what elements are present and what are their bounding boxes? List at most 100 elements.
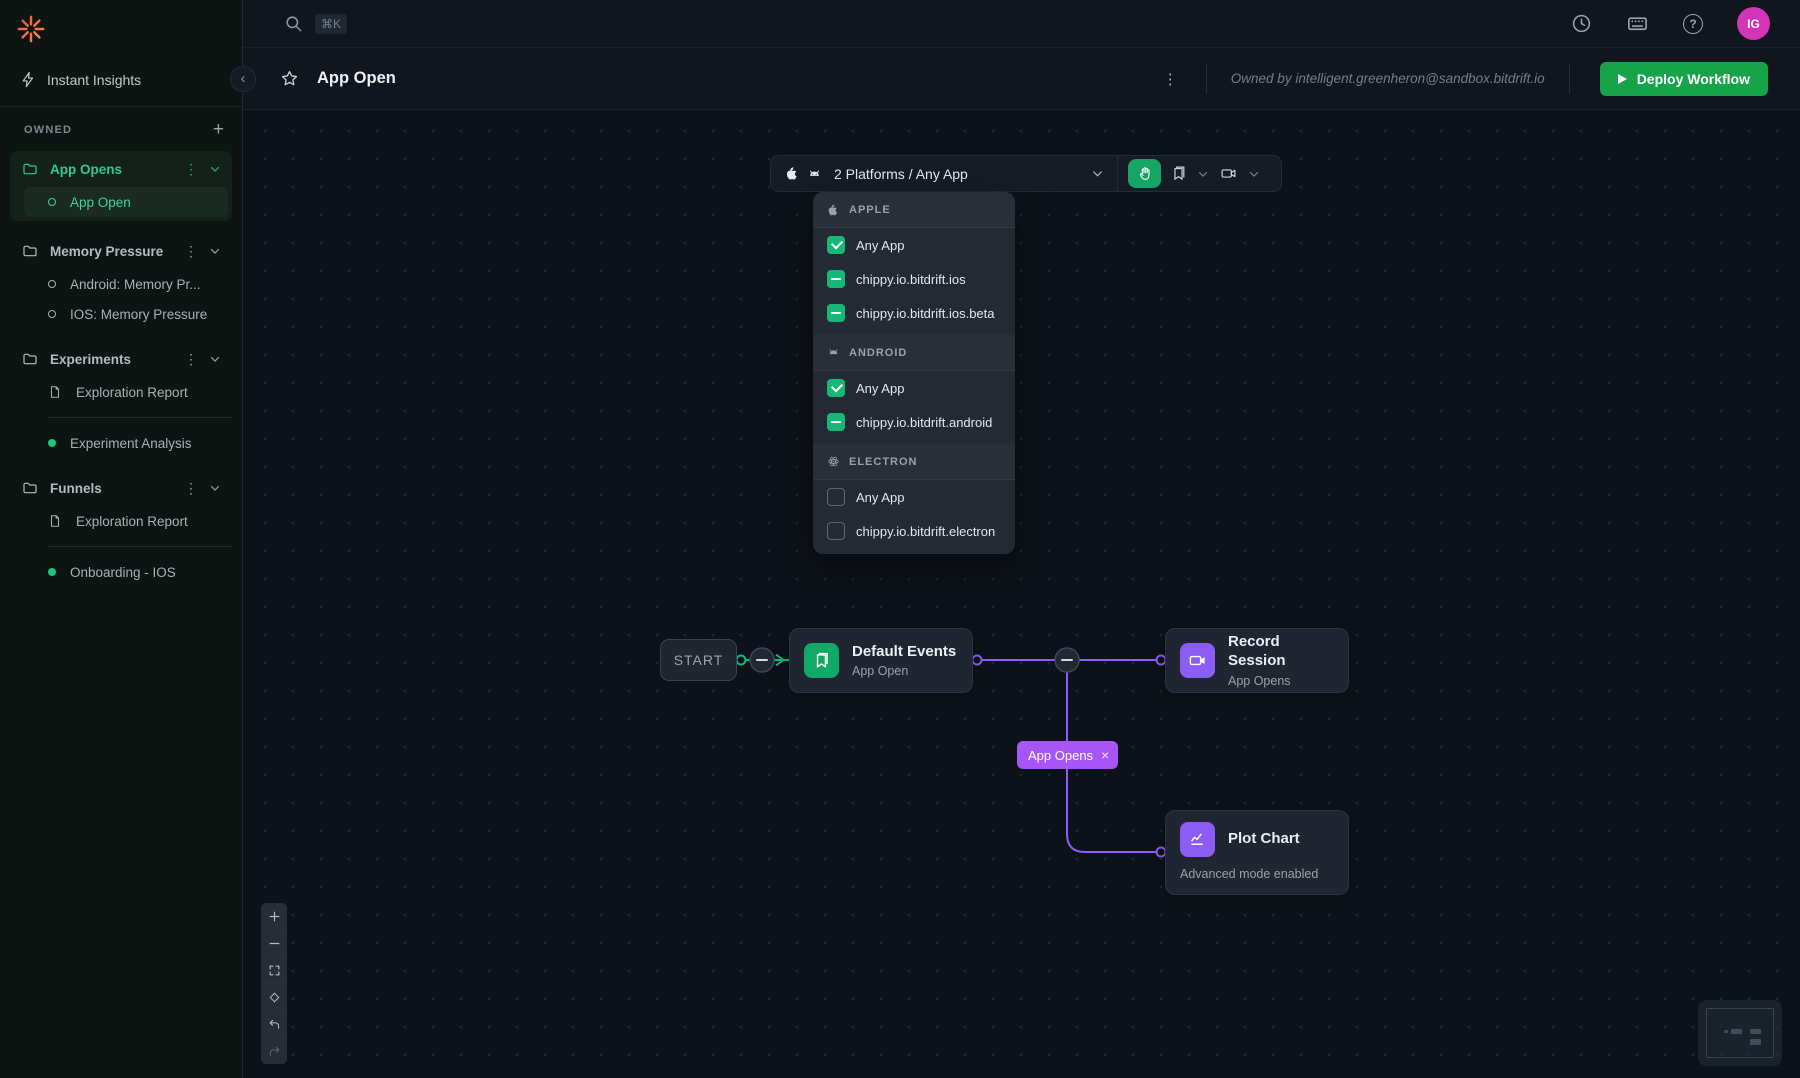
help-button[interactable]: ?: [1683, 14, 1703, 34]
platform-dropdown: APPLE Any App chippy.io.bitdrift.ios chi…: [813, 192, 1015, 554]
folder-icon: [22, 480, 38, 496]
dropdown-option[interactable]: Any App: [813, 228, 1015, 262]
sidebar-item[interactable]: Exploration Report: [10, 506, 232, 536]
minimap-node: [1750, 1029, 1761, 1034]
checkbox-partial-icon[interactable]: [827, 413, 845, 431]
bookmark-icon: [804, 643, 839, 678]
sidebar-item[interactable]: Experiment Analysis: [10, 428, 232, 458]
pan-tool-button[interactable]: [1128, 159, 1161, 188]
sidebar-folder-experiments[interactable]: Experiments ⋮: [10, 341, 232, 377]
chevron-down-icon[interactable]: [1196, 167, 1210, 181]
folder-icon: [22, 351, 38, 367]
avatar-initials: IG: [1747, 17, 1760, 31]
brand-row[interactable]: Instant Insights: [0, 49, 242, 106]
sidebar-item[interactable]: Android: Memory Pr...: [10, 269, 232, 299]
folder-label: App Opens: [50, 162, 174, 177]
sidebar-folder-memory-pressure[interactable]: Memory Pressure ⋮: [10, 233, 232, 269]
minimap-node: [1750, 1039, 1761, 1045]
node-plot-chart[interactable]: Plot Chart Advanced mode enabled: [1165, 810, 1349, 895]
node-title: Plot Chart: [1228, 830, 1300, 849]
help-icon: ?: [1683, 14, 1703, 34]
add-workflow-button[interactable]: +: [213, 123, 224, 137]
option-label: Any App: [856, 381, 904, 396]
workflow-canvas[interactable]: 2 Platforms / Any App: [243, 111, 1800, 1078]
checkbox-checked-icon[interactable]: [827, 236, 845, 254]
sidebar-item[interactable]: Exploration Report: [10, 377, 232, 407]
chevron-left-icon: ‹: [241, 70, 246, 87]
node-default-events[interactable]: Default Events App Open: [789, 628, 973, 693]
fit-view-button[interactable]: [261, 957, 287, 983]
toggle-interactivity-button[interactable]: [261, 984, 287, 1010]
workflow-header: App Open ⋮ Owned by intelligent.greenher…: [243, 48, 1800, 110]
redo-button[interactable]: [261, 1038, 287, 1064]
close-icon[interactable]: ×: [1101, 748, 1109, 762]
sidebar-folder-funnels[interactable]: Funnels ⋮: [10, 470, 232, 506]
search-button[interactable]: ⌘K: [284, 14, 347, 34]
dropdown-option[interactable]: chippy.io.bitdrift.ios.beta: [813, 296, 1015, 330]
saved-views-button[interactable]: [1170, 165, 1187, 182]
ring-icon: [48, 280, 56, 288]
bolt-icon: [20, 71, 37, 88]
dropdown-section-electron: ELECTRON: [813, 444, 1015, 480]
zoom-out-button[interactable]: [261, 930, 287, 956]
edge-label-badge[interactable]: App Opens ×: [1017, 741, 1118, 769]
avatar[interactable]: IG: [1737, 7, 1770, 40]
start-node[interactable]: START: [660, 639, 737, 681]
folder-menu-icon[interactable]: ⋮: [174, 161, 208, 178]
topbar-actions: ? IG: [1571, 7, 1770, 40]
document-icon: [48, 514, 62, 528]
sidebar-item-divider: [48, 546, 232, 547]
checkbox-unchecked-icon[interactable]: [827, 488, 845, 506]
checkbox-checked-icon[interactable]: [827, 379, 845, 397]
minimap[interactable]: [1698, 1000, 1782, 1066]
dropdown-option[interactable]: chippy.io.bitdrift.android: [813, 405, 1015, 439]
chevron-down-icon[interactable]: [208, 352, 222, 366]
search-icon: [284, 14, 303, 33]
folder-menu-icon[interactable]: ⋮: [174, 351, 208, 368]
app-logo[interactable]: [0, 0, 242, 49]
sidebar-item[interactable]: Onboarding - IOS: [10, 557, 232, 587]
sidebar-group-app-opens: App Opens ⋮ App Open: [10, 151, 232, 221]
sidebar-item-label: Android: Memory Pr...: [70, 277, 201, 292]
section-label: ANDROID: [849, 347, 907, 359]
dropdown-option[interactable]: chippy.io.bitdrift.electron: [813, 514, 1015, 548]
checkbox-partial-icon[interactable]: [827, 304, 845, 322]
deploy-workflow-button[interactable]: Deploy Workflow: [1600, 62, 1768, 96]
ring-icon: [48, 310, 56, 318]
sidebar-item-label: IOS: Memory Pressure: [70, 307, 207, 322]
session-recording-button[interactable]: [1219, 165, 1238, 182]
owned-section-header: OWNED +: [0, 107, 242, 147]
workflow-menu-button[interactable]: ⋮: [1149, 70, 1192, 88]
help-glyph: ?: [1689, 17, 1696, 31]
sidebar-folder-app-opens[interactable]: App Opens ⋮: [10, 151, 232, 187]
dropdown-option[interactable]: Any App: [813, 480, 1015, 514]
checkbox-partial-icon[interactable]: [827, 270, 845, 288]
folder-menu-icon[interactable]: ⋮: [174, 480, 208, 497]
apple-icon: [827, 203, 840, 217]
chevron-down-icon[interactable]: [208, 162, 222, 176]
undo-button[interactable]: [261, 1011, 287, 1037]
folder-menu-icon[interactable]: ⋮: [174, 243, 208, 260]
sidebar-collapse-button[interactable]: ‹: [230, 66, 256, 92]
video-camera-icon: [1219, 165, 1238, 182]
folder-label: Memory Pressure: [50, 244, 174, 259]
sidebar-item-app-open[interactable]: App Open: [24, 187, 228, 217]
dropdown-option[interactable]: Any App: [813, 371, 1015, 405]
platform-selector-button[interactable]: 2 Platforms / Any App: [771, 156, 1117, 191]
minus-icon: [268, 937, 281, 950]
chevron-down-icon[interactable]: [208, 244, 222, 258]
option-label: chippy.io.bitdrift.ios.beta: [856, 306, 995, 321]
history-button[interactable]: [1571, 13, 1592, 34]
shortcuts-button[interactable]: [1626, 12, 1649, 35]
folder-icon: [22, 161, 38, 177]
option-label: Any App: [856, 238, 904, 253]
zoom-in-button[interactable]: [261, 903, 287, 929]
node-record-session[interactable]: Record Session App Opens: [1165, 628, 1349, 693]
favorite-button[interactable]: [280, 69, 299, 88]
chevron-down-icon[interactable]: [1247, 167, 1261, 181]
sidebar-item[interactable]: IOS: Memory Pressure: [10, 299, 232, 329]
page-title: App Open: [317, 69, 396, 88]
checkbox-unchecked-icon[interactable]: [827, 522, 845, 540]
dropdown-option[interactable]: chippy.io.bitdrift.ios: [813, 262, 1015, 296]
chevron-down-icon[interactable]: [208, 481, 222, 495]
